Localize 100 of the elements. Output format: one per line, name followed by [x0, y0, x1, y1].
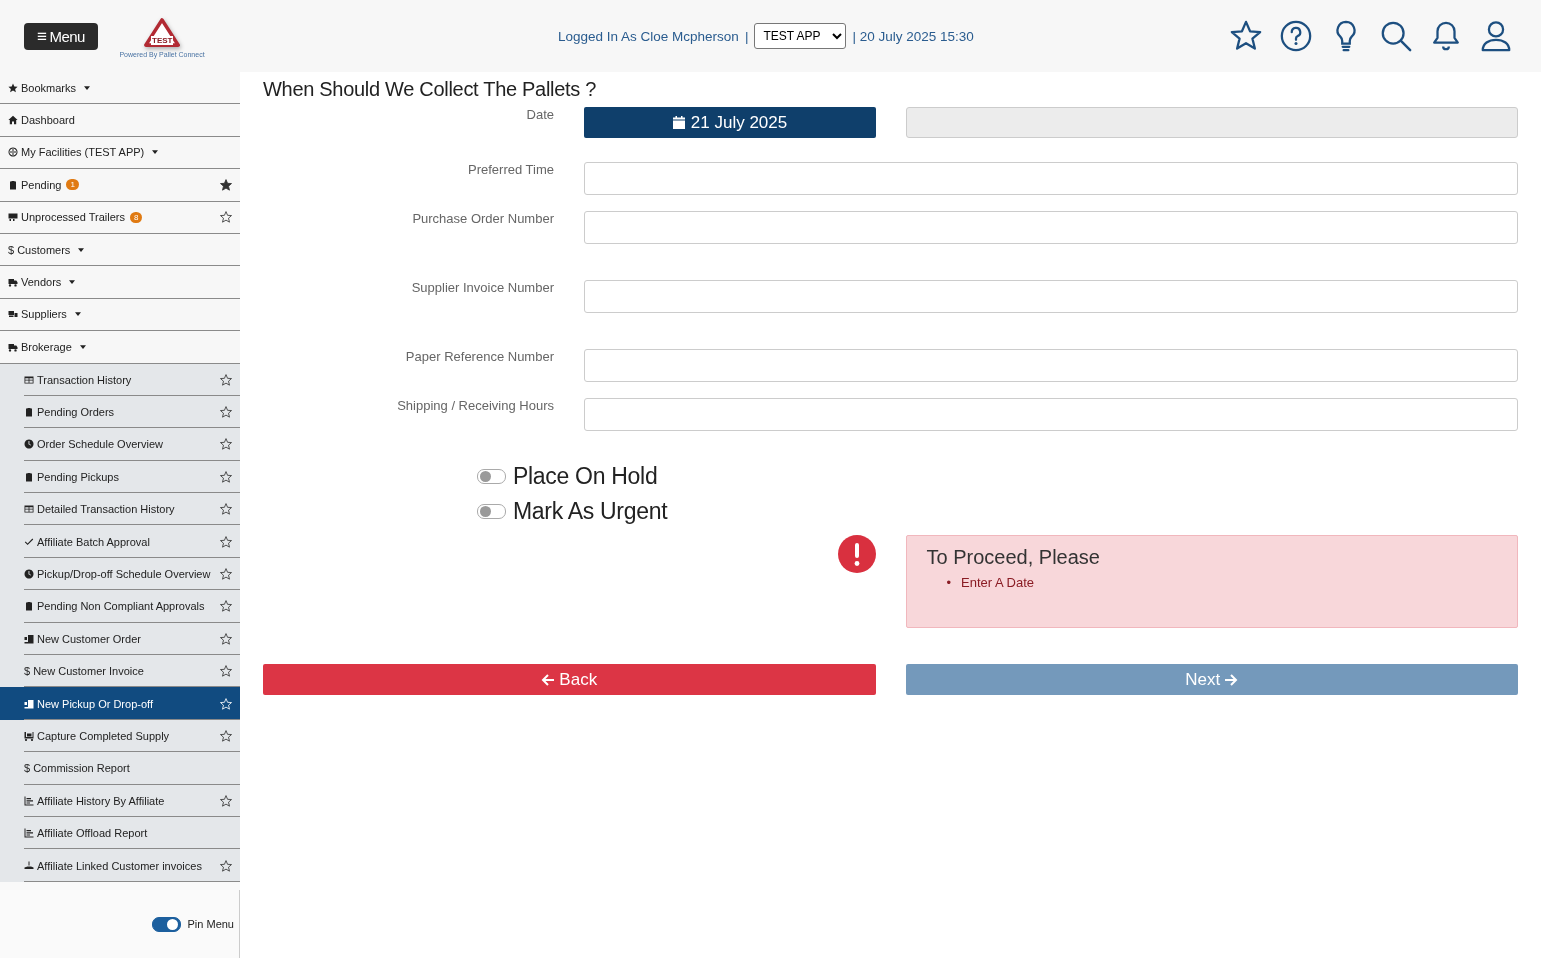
sidebar-item[interactable]: Detailed Transaction History [0, 493, 240, 526]
star-icon [8, 82, 18, 93]
page-title: When Should We Collect The Pallets ? [263, 78, 598, 101]
left-arrow-icon [541, 672, 556, 687]
menu-label: Pickup/Drop-off Schedule Overview [37, 568, 211, 581]
sidebar-item[interactable]: Pending Pickups [0, 460, 240, 494]
table-icon [24, 374, 34, 385]
sidebar-item[interactable]: New Pickup Or Drop-off [0, 687, 240, 720]
caret-icon [152, 150, 159, 155]
star-outline-icon[interactable] [220, 794, 232, 807]
input-field[interactable] [584, 211, 1518, 244]
star-outline-icon[interactable] [220, 211, 232, 224]
input-field[interactable] [584, 280, 1518, 313]
star-outline-icon[interactable] [220, 632, 232, 645]
menu-label: Unprocessed Trailers [21, 211, 125, 224]
sidebar-item[interactable]: Affiliate Linked Customer invoices [0, 849, 240, 882]
truck-icon [8, 277, 18, 288]
menu-label: Capture Completed Supply [37, 730, 170, 742]
sidebar-item[interactable]: Pickup/Drop-off Schedule Overview [0, 557, 240, 591]
sidebar-item[interactable]: Affiliate Offload Report [0, 817, 240, 850]
pin-menu-label: Pin Menu [187, 918, 234, 930]
sidebar-item[interactable]: Transaction History [0, 363, 240, 396]
help-icon[interactable] [1279, 19, 1313, 53]
datetime-text: | 20 July 2025 15:30 [852, 28, 974, 44]
sidebar-item[interactable]: $ Commission Report [0, 752, 240, 785]
field-label: Purchase Order Number [411, 211, 554, 228]
menu-label: Vendors [21, 276, 62, 289]
menu-label: Order Schedule Overview [37, 438, 163, 451]
error-icon [837, 535, 876, 573]
count-badge: 1 [66, 179, 79, 191]
clock-icon [24, 569, 34, 580]
menu-label: $ Commission Report [24, 762, 130, 775]
menu-label: Pending Pickups [37, 470, 119, 483]
menu-label: Bookmarks [21, 81, 77, 94]
date-picker-button[interactable]: 21 July 2025 [584, 107, 876, 138]
input-field[interactable] [584, 398, 1518, 431]
menu-label: Suppliers [21, 308, 67, 321]
caret-icon [78, 247, 85, 252]
star-outline-icon[interactable] [220, 438, 232, 451]
pin-menu-toggle[interactable] [151, 916, 181, 932]
sidebar-item[interactable]: New Customer Order [0, 622, 240, 656]
menu-label: Affiliate History By Affiliate [37, 794, 165, 807]
toggle-switch[interactable] [477, 469, 506, 484]
sidebar-item[interactable]: Affiliate Batch Approval [0, 525, 240, 558]
menu-label: Dashboard [21, 114, 75, 127]
caret-icon [69, 280, 76, 285]
table-icon [24, 504, 34, 515]
caret-icon [79, 344, 86, 349]
logo-text: TEST [151, 36, 174, 45]
menu-label: $ Customers [8, 243, 71, 256]
star-icon[interactable] [1229, 19, 1263, 53]
menu-label: Affiliate Batch Approval [37, 535, 150, 548]
filled-star-icon[interactable] [220, 178, 232, 191]
trucks-icon [8, 309, 18, 320]
star-outline-icon[interactable] [220, 568, 232, 581]
truck-icon [8, 341, 18, 352]
caret-icon [84, 85, 91, 90]
menu-label: $ New Customer Invoice [24, 665, 144, 678]
app-select[interactable]: TEST APP [754, 23, 847, 49]
right-arrow-icon [1224, 672, 1239, 687]
sidebar-item[interactable]: Pending Non Compliant Approvals [0, 590, 240, 623]
star-outline-icon[interactable] [220, 535, 232, 548]
back-button[interactable]: Back [263, 664, 876, 695]
star-outline-icon[interactable] [220, 373, 232, 386]
star-outline-icon[interactable] [220, 730, 232, 742]
menu-label: Pending Orders [37, 406, 115, 419]
logged-in-text: Logged In As Cloe Mcpherson [558, 28, 739, 44]
input-field[interactable] [584, 349, 1518, 382]
menu-label: New Customer Order [37, 632, 141, 645]
menu-label: Affiliate Linked Customer invoices [37, 859, 202, 872]
alert-title: To Proceed, Please [926, 546, 1101, 569]
menu-button[interactable]: ≡ Menu [24, 22, 98, 50]
field-label: Date [525, 107, 554, 124]
sidebar-item[interactable]: $ New Customer Invoice [0, 655, 240, 688]
user-icon[interactable] [1479, 19, 1513, 53]
menu-label: Transaction History [37, 373, 132, 386]
toggle-switch[interactable] [477, 504, 506, 519]
field-label: Preferred Time [467, 162, 554, 179]
menu-label: Affiliate Offload Report [37, 827, 148, 840]
star-outline-icon[interactable] [220, 503, 232, 516]
sidebar-item[interactable]: Capture Completed Supply [0, 719, 240, 753]
bullet: • [946, 575, 952, 591]
toggle-label: Mark As Urgent [513, 498, 668, 525]
caret-icon [74, 312, 81, 317]
star-outline-icon[interactable] [220, 859, 232, 872]
menu-label: Brokerage [21, 340, 72, 353]
star-outline-icon[interactable] [220, 470, 232, 483]
chart-icon [24, 795, 34, 806]
star-outline-icon[interactable] [220, 665, 232, 678]
search-icon[interactable] [1379, 19, 1413, 53]
field-label: Paper Reference Number [404, 349, 554, 366]
input-field[interactable] [584, 162, 1518, 195]
star-outline-icon[interactable] [220, 406, 232, 419]
chart-icon [24, 828, 34, 839]
sidebar-item[interactable]: Pending Orders [0, 395, 240, 429]
trailer-icon [8, 212, 18, 223]
menu-label: New Pickup Or Drop-off [37, 697, 153, 710]
sidebar-item[interactable]: Affiliate History By Affiliate [0, 784, 240, 817]
star-outline-icon[interactable] [220, 600, 232, 613]
sidebar-item[interactable]: Order Schedule Overview [0, 428, 240, 461]
